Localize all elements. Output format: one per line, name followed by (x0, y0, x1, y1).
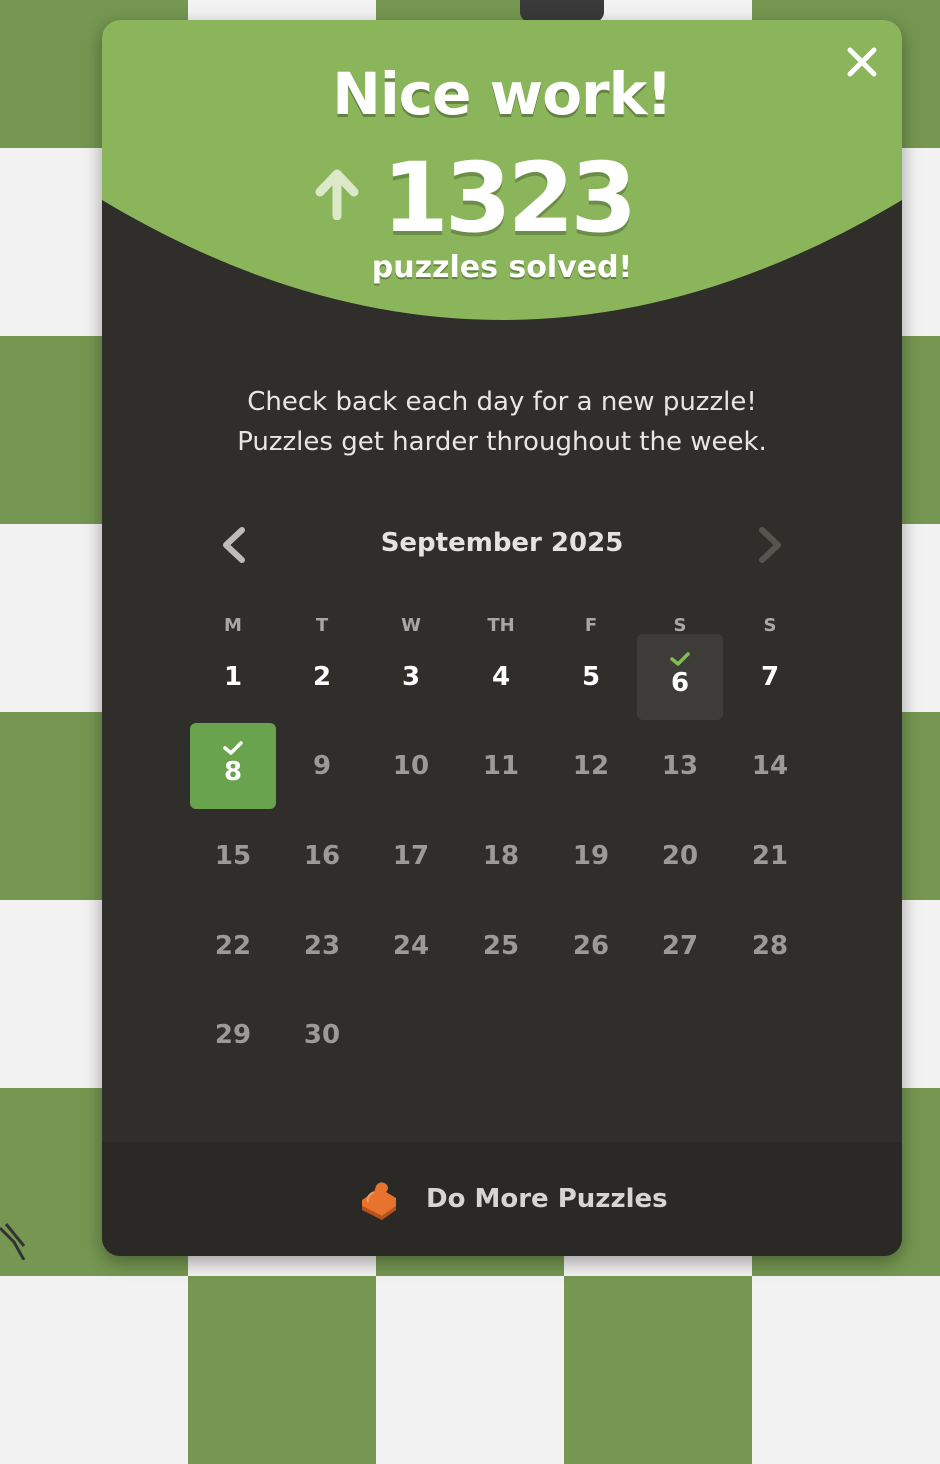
calendar-day[interactable]: 4 (458, 634, 544, 720)
calendar-day[interactable]: 2 (279, 634, 365, 720)
calendar-day-number: 9 (312, 751, 332, 781)
calendar-day[interactable]: 29 (190, 992, 276, 1078)
board-square (188, 1276, 376, 1464)
calendar-day[interactable]: 19 (548, 813, 634, 899)
puzzle-complete-modal: Nice work! 1323 puzzles solved! Check ba… (102, 20, 902, 1256)
checkmark-icon (223, 741, 243, 755)
calendar-day-number: 27 (661, 931, 699, 961)
board-square (752, 1276, 940, 1464)
footer-label: Do More Puzzles (426, 1184, 668, 1214)
calendar-day-number: 29 (214, 1020, 252, 1050)
calendar-day[interactable]: 9 (279, 723, 365, 809)
calendar-day[interactable]: 6 (637, 634, 723, 720)
calendar-day[interactable]: 17 (368, 813, 454, 899)
calendar-day[interactable]: 22 (190, 903, 276, 989)
calendar-day-number: 23 (303, 931, 341, 961)
calendar-day-number: 3 (401, 662, 421, 692)
calendar-day-number: 16 (303, 841, 341, 871)
calendar-day-number: 11 (482, 751, 520, 781)
calendar-day-number: 17 (392, 841, 430, 871)
calendar-day[interactable]: 24 (368, 903, 454, 989)
calendar-day[interactable]: 21 (727, 813, 813, 899)
calendar-day-number: 10 (392, 751, 430, 781)
board-square (0, 1276, 188, 1464)
do-more-puzzles-button[interactable]: Do More Puzzles (102, 1142, 902, 1256)
calendar-day-number: 21 (751, 841, 789, 871)
calendar-day-number: 28 (751, 931, 789, 961)
calendar-day[interactable]: 16 (279, 813, 365, 899)
calendar-day-number: 5 (581, 662, 601, 692)
calendar-day-number: 14 (751, 751, 789, 781)
calendar-day-number: 2 (312, 662, 332, 692)
calendar-day-number: 22 (214, 931, 252, 961)
calendar-day[interactable]: 20 (637, 813, 723, 899)
calendar-day-number: 6 (670, 668, 690, 698)
calendar-day[interactable]: 10 (368, 723, 454, 809)
calendar-day-number: 24 (392, 931, 430, 961)
calendar-day-number: 12 (572, 751, 610, 781)
calendar-day-number: 1 (223, 662, 243, 692)
calendar-day-number: 18 (482, 841, 520, 871)
calendar-day[interactable]: 30 (279, 992, 365, 1078)
calendar-day[interactable]: 25 (458, 903, 544, 989)
calendar-day[interactable]: 3 (368, 634, 454, 720)
calendar-day[interactable]: 23 (279, 903, 365, 989)
calendar-day[interactable]: 18 (458, 813, 544, 899)
calendar-day[interactable]: 1 (190, 634, 276, 720)
calendar-day[interactable]: 14 (727, 723, 813, 809)
checkmark-icon (670, 652, 690, 666)
calendar-day-number: 20 (661, 841, 699, 871)
calendar-day-number: 25 (482, 931, 520, 961)
calendar-day[interactable]: 13 (637, 723, 723, 809)
calendar-day[interactable]: 7 (727, 634, 813, 720)
chess-piece (520, 0, 604, 22)
calendar-day-number: 30 (303, 1020, 341, 1050)
calendar-day[interactable]: 26 (548, 903, 634, 989)
board-square (564, 1276, 752, 1464)
calendar-day-number: 4 (491, 662, 511, 692)
calendar-day[interactable]: 28 (727, 903, 813, 989)
calendar-day-number: 19 (572, 841, 610, 871)
calendar-day-number: 15 (214, 841, 252, 871)
calendar-day[interactable]: 12 (548, 723, 634, 809)
calendar-day[interactable]: 8 (190, 723, 276, 809)
chess-piece (0, 1223, 26, 1260)
calendar-day[interactable]: 15 (190, 813, 276, 899)
calendar-day[interactable]: 27 (637, 903, 723, 989)
calendar-day[interactable]: 5 (548, 634, 634, 720)
calendar-day-number: 7 (760, 662, 780, 692)
calendar-grid: 1 2 3 4 5 6 7 8 9 10 11 12 13 14 15 16 17 18 19 20 21 22 23 24 2… (102, 20, 902, 1256)
calendar-day-number: 13 (661, 751, 699, 781)
board-square (376, 1276, 564, 1464)
calendar-day-number: 8 (223, 757, 243, 787)
calendar-day-number: 26 (572, 931, 610, 961)
calendar-day[interactable]: 11 (458, 723, 544, 809)
puzzle-piece-icon (362, 1182, 396, 1220)
